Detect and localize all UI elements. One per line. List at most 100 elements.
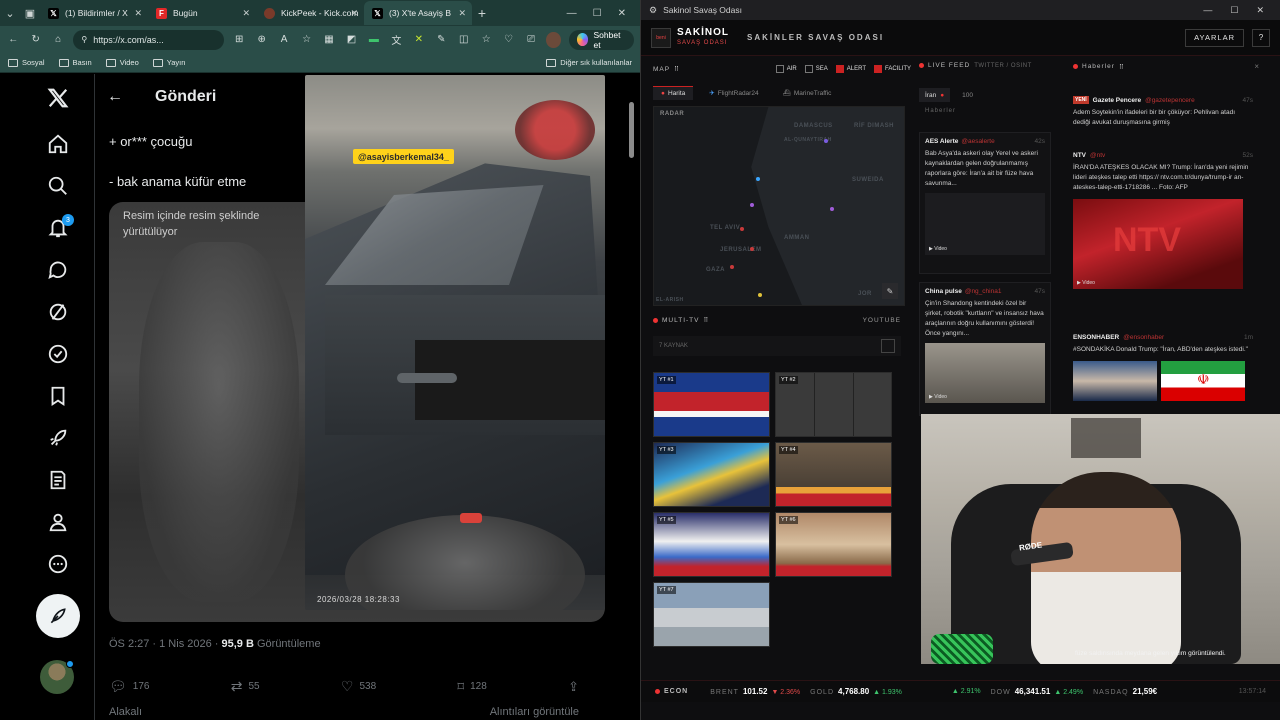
map-alert-pin[interactable] — [756, 177, 760, 181]
search-icon[interactable] — [42, 170, 74, 202]
bookmark-folder-basin[interactable]: Basın — [58, 58, 92, 67]
like-button[interactable]: ♡ 538 — [341, 678, 376, 695]
map-alert-pin[interactable] — [824, 139, 828, 143]
apps-icon[interactable]: ⊞ — [232, 32, 246, 48]
reply-button[interactable]: 💬︎ 176 — [109, 678, 149, 695]
news-image-trump[interactable] — [1073, 361, 1157, 401]
compose-post-button[interactable] — [36, 594, 80, 638]
bookmarks-icon[interactable] — [42, 380, 74, 412]
news-item[interactable]: NTV @ntv 52s İRAN'DA ATEŞKES OLACAK MI? Tr… — [1073, 152, 1253, 289]
close-window-icon[interactable]: ✕ — [1256, 5, 1264, 16]
close-icon[interactable]: ✕ — [134, 8, 142, 19]
premium-check-icon[interactable] — [42, 338, 74, 370]
collections-icon[interactable]: ♡ — [501, 32, 515, 48]
tab-kickpeek[interactable]: KickPeek - Kick.com ✕ — [256, 1, 364, 25]
close-icon[interactable]: ✕ — [242, 8, 250, 19]
map-alert-pin[interactable] — [750, 247, 754, 251]
toggle-air[interactable]: AIR — [775, 65, 797, 73]
news-image-iran-flag[interactable]: ☫ — [1161, 361, 1245, 401]
tab-flightradar[interactable]: ✈ FlightRadar24 — [701, 86, 766, 100]
new-tab-icon[interactable]: + — [472, 3, 492, 23]
tab-notifications[interactable]: 𝕏 (1) Bildirimler / X ✕ — [40, 1, 148, 25]
tv-thumb-2[interactable]: YT #2 — [775, 372, 892, 437]
back-icon[interactable]: ← — [6, 32, 20, 48]
tab-asayis[interactable]: 𝕏 (3) X'te Asayiş B ✕ — [364, 1, 472, 25]
tab-iran[interactable]: İran ● — [919, 88, 951, 102]
minimize-icon[interactable]: — — [567, 8, 577, 19]
scroll-thumb[interactable] — [629, 102, 634, 158]
tv-thumb-3[interactable]: YT #3 — [653, 442, 770, 507]
account-avatar[interactable] — [40, 660, 74, 694]
translate-icon[interactable]: 文 — [389, 32, 403, 48]
tab-list-chevron-icon[interactable]: ⌄ — [0, 3, 20, 23]
map-alert-pin[interactable] — [730, 265, 734, 269]
extension-icon[interactable]: ◩ — [344, 32, 358, 48]
feed-card[interactable]: AES Alerte @aesalerte 42s Bab Asya'da aske… — [919, 132, 1051, 274]
toggle-sea[interactable]: SEA — [804, 65, 828, 73]
profile-icon[interactable] — [42, 506, 74, 538]
page-scrollbar[interactable] — [626, 96, 636, 720]
copilot-chat-button[interactable]: Sohbet et — [568, 29, 634, 50]
close-icon[interactable]: ✕ — [350, 8, 358, 19]
home-icon[interactable]: ⌂ — [51, 32, 65, 48]
extensions-puzzle-icon[interactable]: ✎ — [434, 32, 448, 48]
tv-thumb-1[interactable]: YT #1 — [653, 372, 770, 437]
split-screen-icon[interactable]: ◫ — [457, 32, 471, 48]
more-icon[interactable] — [42, 548, 74, 580]
map-alert-pin[interactable] — [830, 207, 834, 211]
extension-icon[interactable]: ▬ — [367, 32, 381, 48]
tv-thumb-7[interactable]: YT #7 — [653, 582, 770, 647]
maximize-icon[interactable]: ☐ — [1230, 5, 1238, 16]
home-icon[interactable] — [42, 128, 74, 160]
settings-button[interactable]: AYARLAR — [1185, 28, 1244, 47]
tv-thumb-4[interactable]: YT #4 — [775, 442, 892, 507]
tab-bugun[interactable]: F Bugün ✕ — [148, 1, 256, 25]
x-logo-icon[interactable] — [42, 82, 74, 114]
tv-thumb-5[interactable]: YT #5 — [653, 512, 770, 577]
view-quotes-link[interactable]: Alıntıları görüntüle — [490, 706, 579, 718]
maximize-icon[interactable]: ☐ — [593, 8, 602, 19]
tab-100[interactable]: 100 — [956, 88, 979, 102]
feed-card-video[interactable]: ▶ Video — [925, 343, 1045, 403]
extension-icon[interactable]: ▦ — [322, 32, 336, 48]
news-item[interactable]: YENİ Gazete Pencere @gazetepencere 47s Adem… — [1073, 96, 1253, 128]
tab-marinetraffic[interactable]: ⛴ MarineTraffic — [775, 86, 840, 100]
related-dropdown[interactable]: Alakalı — [109, 706, 142, 718]
feed-card-video[interactable]: ▶ Video — [925, 193, 1045, 255]
news-video[interactable]: NTV ▶ Video — [1073, 199, 1243, 289]
map-alert-pin[interactable] — [758, 293, 762, 297]
minimize-icon[interactable]: — — [1203, 5, 1212, 16]
bookmark-folder-sosyal[interactable]: Sosyal — [8, 58, 45, 67]
map-alert-pin[interactable] — [750, 203, 754, 207]
help-button[interactable]: ? — [1252, 28, 1270, 47]
favorites-icon[interactable]: ☆ — [479, 32, 493, 48]
tab-harita[interactable]: ● Harita — [653, 86, 694, 100]
profile-avatar-icon[interactable] — [546, 31, 561, 48]
refresh-icon[interactable]: ↻ — [28, 32, 42, 48]
map-view[interactable]: RADAR DAMASCUS RİF DIMASH AL-QUNAYTIRAH … — [653, 106, 905, 306]
messages-icon[interactable] — [42, 254, 74, 286]
close-panel-icon[interactable]: × — [1254, 62, 1259, 71]
news-item[interactable]: ENSONHABER @ensonhaber 1m #SONDAKİKA Donal… — [1073, 334, 1253, 401]
map-alert-pin[interactable] — [740, 227, 744, 231]
tv-thumb-6[interactable]: YT #6 — [775, 512, 892, 577]
repost-button[interactable]: ⇄ 55 — [231, 678, 260, 695]
feed-card[interactable]: China pulse @ng_china1 47s Çin'in Shandong… — [919, 282, 1051, 416]
back-arrow-icon[interactable]: ← — [107, 88, 123, 106]
close-window-icon[interactable]: ✕ — [618, 8, 626, 19]
fullscreen-icon[interactable] — [881, 339, 895, 353]
pip-video-window[interactable]: @asayisberkemal34_ 2026/03/28 18:28:33 — [305, 75, 605, 610]
favorite-star-icon[interactable]: ☆ — [299, 32, 313, 48]
share-button[interactable]: ⇪ — [568, 678, 579, 695]
rocket-icon[interactable] — [42, 422, 74, 454]
extension-icon[interactable]: ✕ — [412, 32, 426, 48]
notifications-bell-icon[interactable]: 3 — [42, 212, 74, 244]
read-aloud-icon[interactable]: A — [277, 32, 291, 48]
toggle-alert[interactable]: ALERT — [835, 65, 866, 73]
bookmark-folder-video[interactable]: Video — [105, 58, 139, 67]
address-bar[interactable]: ⚲ https://x.com/as... — [73, 29, 224, 50]
workspaces-icon[interactable]: ▣ — [20, 3, 40, 23]
grok-icon[interactable] — [42, 296, 74, 328]
articles-icon[interactable] — [42, 464, 74, 496]
bookmark-folder-yayin[interactable]: Yayın — [152, 58, 185, 67]
